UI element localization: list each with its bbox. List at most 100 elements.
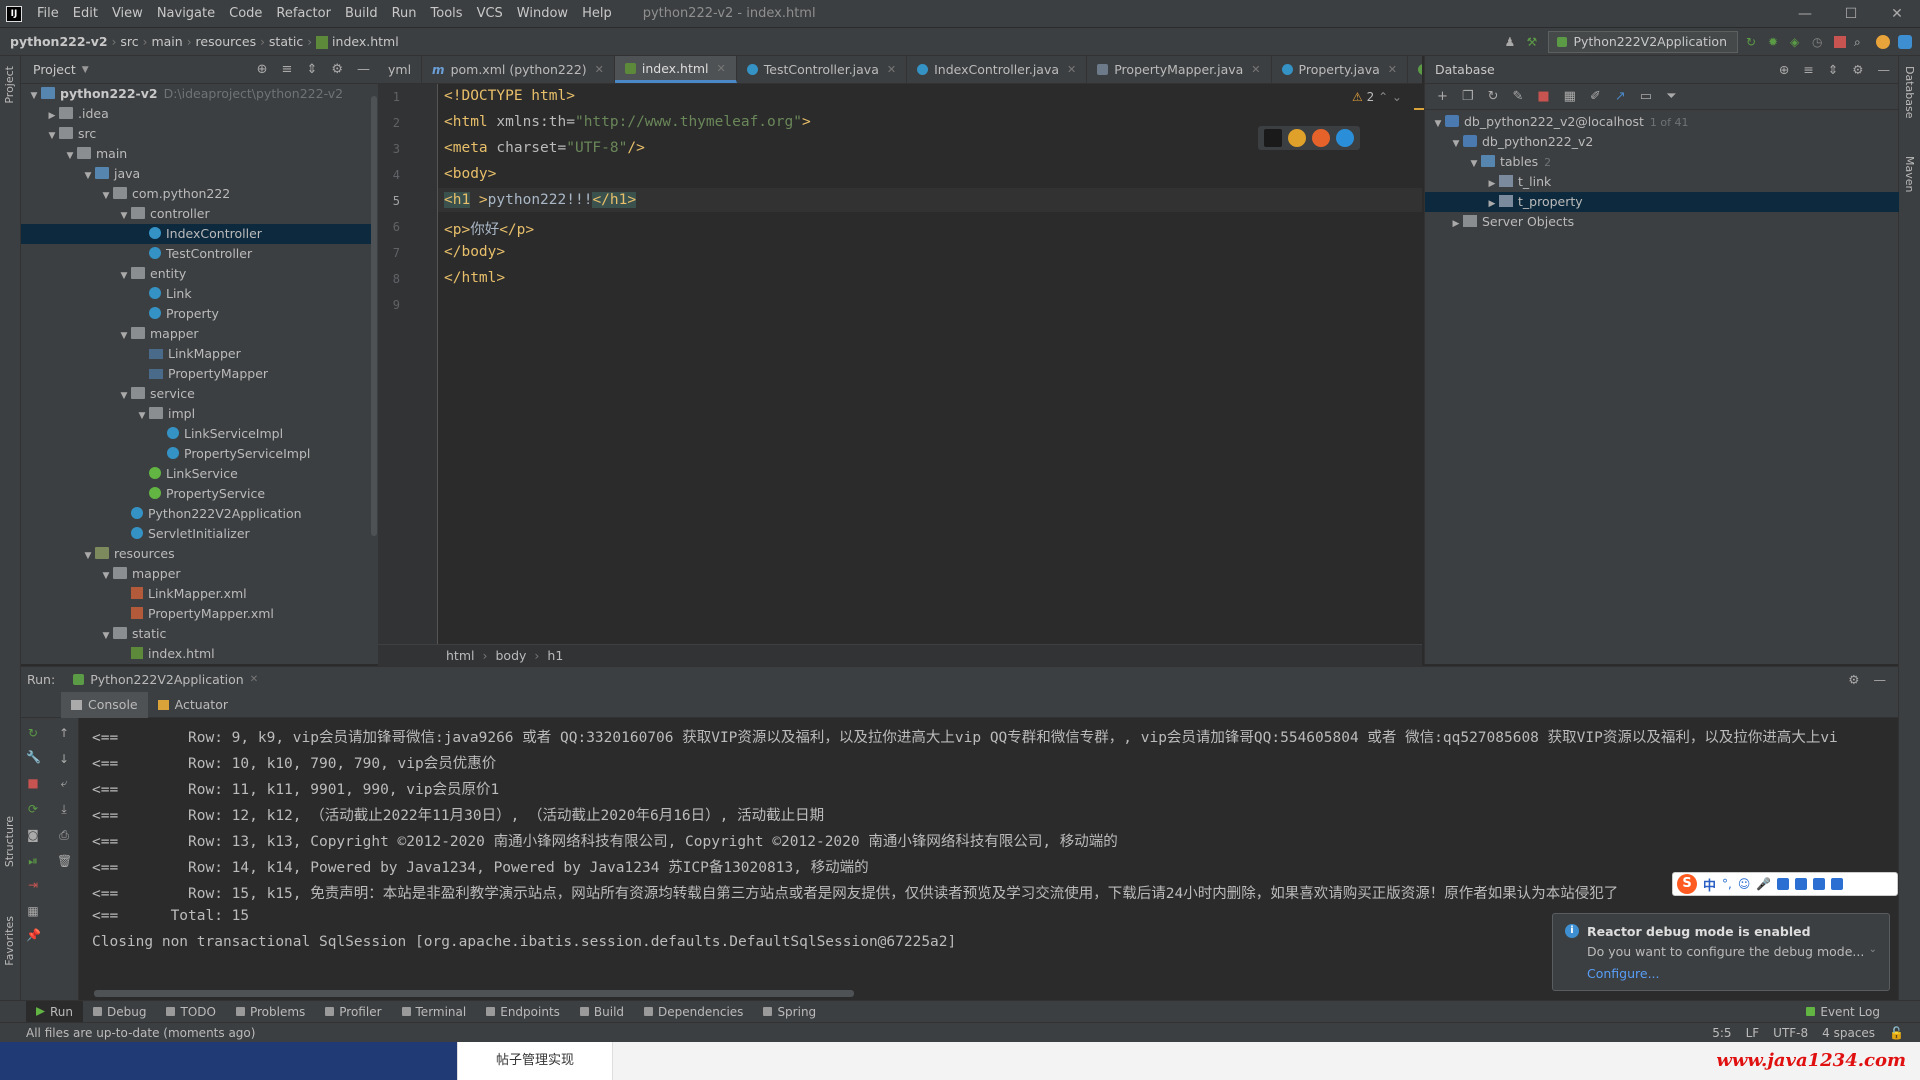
- menu-refactor[interactable]: Refactor: [269, 6, 338, 21]
- tool-window-terminal[interactable]: Terminal: [392, 1001, 477, 1023]
- collapse-all-icon[interactable]: ≡: [1803, 62, 1813, 77]
- event-log-button[interactable]: Event Log: [1796, 1001, 1890, 1023]
- wrench-icon[interactable]: 🔧: [26, 750, 41, 764]
- menu-run[interactable]: Run: [385, 6, 424, 21]
- tool-window-debug[interactable]: Debug: [83, 1001, 156, 1023]
- chevron-down-icon[interactable]: ▼: [135, 406, 149, 426]
- menu-vcs[interactable]: VCS: [470, 6, 510, 21]
- tab-property-java[interactable]: Property.java ✕: [1272, 56, 1409, 83]
- minimize-icon[interactable]: —: [1782, 0, 1828, 28]
- menu-navigate[interactable]: Navigate: [150, 6, 222, 21]
- tree-item[interactable]: ▼ entity: [21, 264, 373, 284]
- warning-marker[interactable]: [1414, 108, 1424, 110]
- tab-propertymapper-java[interactable]: PropertyMapper.java ✕: [1087, 56, 1272, 83]
- tree-item[interactable]: IndexController: [21, 224, 373, 244]
- tree-item[interactable]: PropertyMapper: [21, 364, 373, 384]
- copy-icon[interactable]: ❐: [1462, 89, 1474, 104]
- code-editor[interactable]: 1 2 3 4 5 6 7 8 9 <!DOCTYPE html> <html xmlns:th=…: [378, 84, 1424, 644]
- coverage-icon[interactable]: ◈: [1790, 35, 1804, 49]
- chevron-down-icon[interactable]: ⌄: [1869, 944, 1877, 955]
- hide-icon[interactable]: —: [357, 62, 370, 77]
- soft-wrap-icon[interactable]: ⤶: [57, 776, 71, 790]
- layout-icon[interactable]: ▦: [26, 904, 40, 918]
- tree-item[interactable]: PropertyServiceImpl: [21, 444, 373, 464]
- tool-window-spring[interactable]: Spring: [753, 1001, 826, 1023]
- menu-code[interactable]: Code: [222, 6, 269, 21]
- toolbox-icon[interactable]: [1831, 878, 1844, 890]
- tree-item[interactable]: ▼ mapper: [21, 564, 373, 584]
- tool-window-endpoints[interactable]: Endpoints: [476, 1001, 570, 1023]
- breadcrumb-item[interactable]: resources: [192, 34, 261, 49]
- profile-icon[interactable]: ◷: [1812, 35, 1826, 49]
- console-horizontal-scrollbar[interactable]: [94, 990, 854, 997]
- menu-help[interactable]: Help: [575, 6, 619, 21]
- tree-item[interactable]: ▼ python222-v2 D:\ideaproject\python222-v2: [21, 84, 373, 104]
- maven-tool-tab[interactable]: Maven: [1903, 156, 1916, 192]
- db-tree-item[interactable]: ▼ tables 2: [1425, 152, 1899, 172]
- tree-item[interactable]: ▼ mapper: [21, 324, 373, 344]
- breadcrumb-item[interactable]: index.html: [312, 34, 403, 49]
- caret-position[interactable]: 5:5: [1712, 1026, 1731, 1040]
- exit-icon[interactable]: ⇥: [26, 878, 40, 892]
- maximize-icon[interactable]: ☐: [1828, 0, 1874, 28]
- refresh-icon[interactable]: ↻: [1488, 89, 1499, 104]
- db-tree-item[interactable]: ▼ db_python222_v2: [1425, 132, 1899, 152]
- user-icon[interactable]: ♟: [1504, 35, 1518, 49]
- favorites-tool-tab[interactable]: Favorites: [3, 916, 16, 966]
- breadcrumb-item[interactable]: static: [265, 34, 307, 49]
- menu-view[interactable]: View: [105, 6, 150, 21]
- tree-item[interactable]: PropertyMapper.xml: [21, 604, 373, 624]
- keyboard-icon[interactable]: [1777, 878, 1790, 890]
- tab-testcontroller-java[interactable]: TestController.java ✕: [737, 56, 908, 83]
- expand-icon[interactable]: ⇕: [1828, 62, 1838, 77]
- close-icon[interactable]: ✕: [717, 62, 726, 75]
- edit-icon[interactable]: ✎: [1512, 89, 1523, 104]
- chevron-down-icon[interactable]: ▼: [99, 566, 113, 586]
- chevron-right-icon[interactable]: ▶: [1449, 214, 1463, 234]
- jump-icon[interactable]: ↗: [1615, 89, 1626, 104]
- close-icon[interactable]: ✕: [1251, 63, 1260, 76]
- db-tree-item[interactable]: ▼ db_python222_v2@localhost 1 of 41: [1425, 112, 1899, 132]
- breadcrumb-item[interactable]: python222-v2: [0, 34, 112, 49]
- stop-icon[interactable]: ■: [1537, 89, 1549, 104]
- project-tool-tab[interactable]: Project: [3, 66, 16, 104]
- editor-breadcrumb-item[interactable]: h1: [547, 648, 563, 663]
- tab-yml[interactable]: yml: [378, 56, 423, 83]
- lock-icon[interactable]: 🔓: [1889, 1026, 1904, 1040]
- tree-item[interactable]: LinkServiceImpl: [21, 424, 373, 444]
- close-icon[interactable]: ✕: [1874, 0, 1920, 28]
- edge-icon[interactable]: [1336, 129, 1354, 147]
- toolbox-icon[interactable]: [1898, 35, 1912, 49]
- chevron-down-icon[interactable]: ▼: [27, 86, 41, 106]
- rerun-icon[interactable]: ↻: [26, 726, 40, 740]
- tool-window-build[interactable]: Build: [570, 1001, 634, 1023]
- close-icon[interactable]: ✕: [1388, 63, 1397, 76]
- expand-icon[interactable]: ⇕: [306, 62, 317, 77]
- hide-icon[interactable]: —: [1874, 672, 1887, 687]
- punctuation-icon[interactable]: °,: [1722, 877, 1732, 891]
- gear-icon[interactable]: ⚙: [1848, 672, 1859, 687]
- database-tool-tab[interactable]: Database: [1903, 66, 1916, 119]
- configure-link[interactable]: Configure...: [1587, 966, 1660, 981]
- tree-item[interactable]: TestController: [21, 244, 373, 264]
- tree-item[interactable]: Python222V2Application: [21, 504, 373, 524]
- chevron-down-icon[interactable]: ▼: [1449, 134, 1463, 154]
- gear-icon[interactable]: ⚙: [1852, 62, 1863, 77]
- tree-item[interactable]: LinkMapper.xml: [21, 584, 373, 604]
- project-scrollbar[interactable]: [371, 96, 377, 536]
- tree-item[interactable]: index.html: [21, 644, 373, 664]
- restart-icon[interactable]: ⟳: [26, 802, 40, 816]
- stop-icon[interactable]: [1834, 36, 1846, 48]
- chevron-down-icon[interactable]: ▼: [1431, 114, 1445, 134]
- tree-item[interactable]: Property: [21, 304, 373, 324]
- filter-icon[interactable]: ⏷: [1666, 89, 1676, 104]
- breadcrumb-item[interactable]: main: [147, 34, 186, 49]
- tree-item[interactable]: ▶ .idea: [21, 104, 373, 124]
- tree-item[interactable]: LinkMapper: [21, 344, 373, 364]
- camera-icon[interactable]: ◙: [26, 828, 40, 842]
- gear-icon[interactable]: ⚙: [331, 62, 343, 77]
- pin-icon[interactable]: 📌: [26, 928, 41, 942]
- hide-icon[interactable]: —: [1878, 62, 1891, 77]
- add-icon[interactable]: +: [1437, 89, 1448, 104]
- locate-icon[interactable]: ⊕: [1779, 62, 1789, 77]
